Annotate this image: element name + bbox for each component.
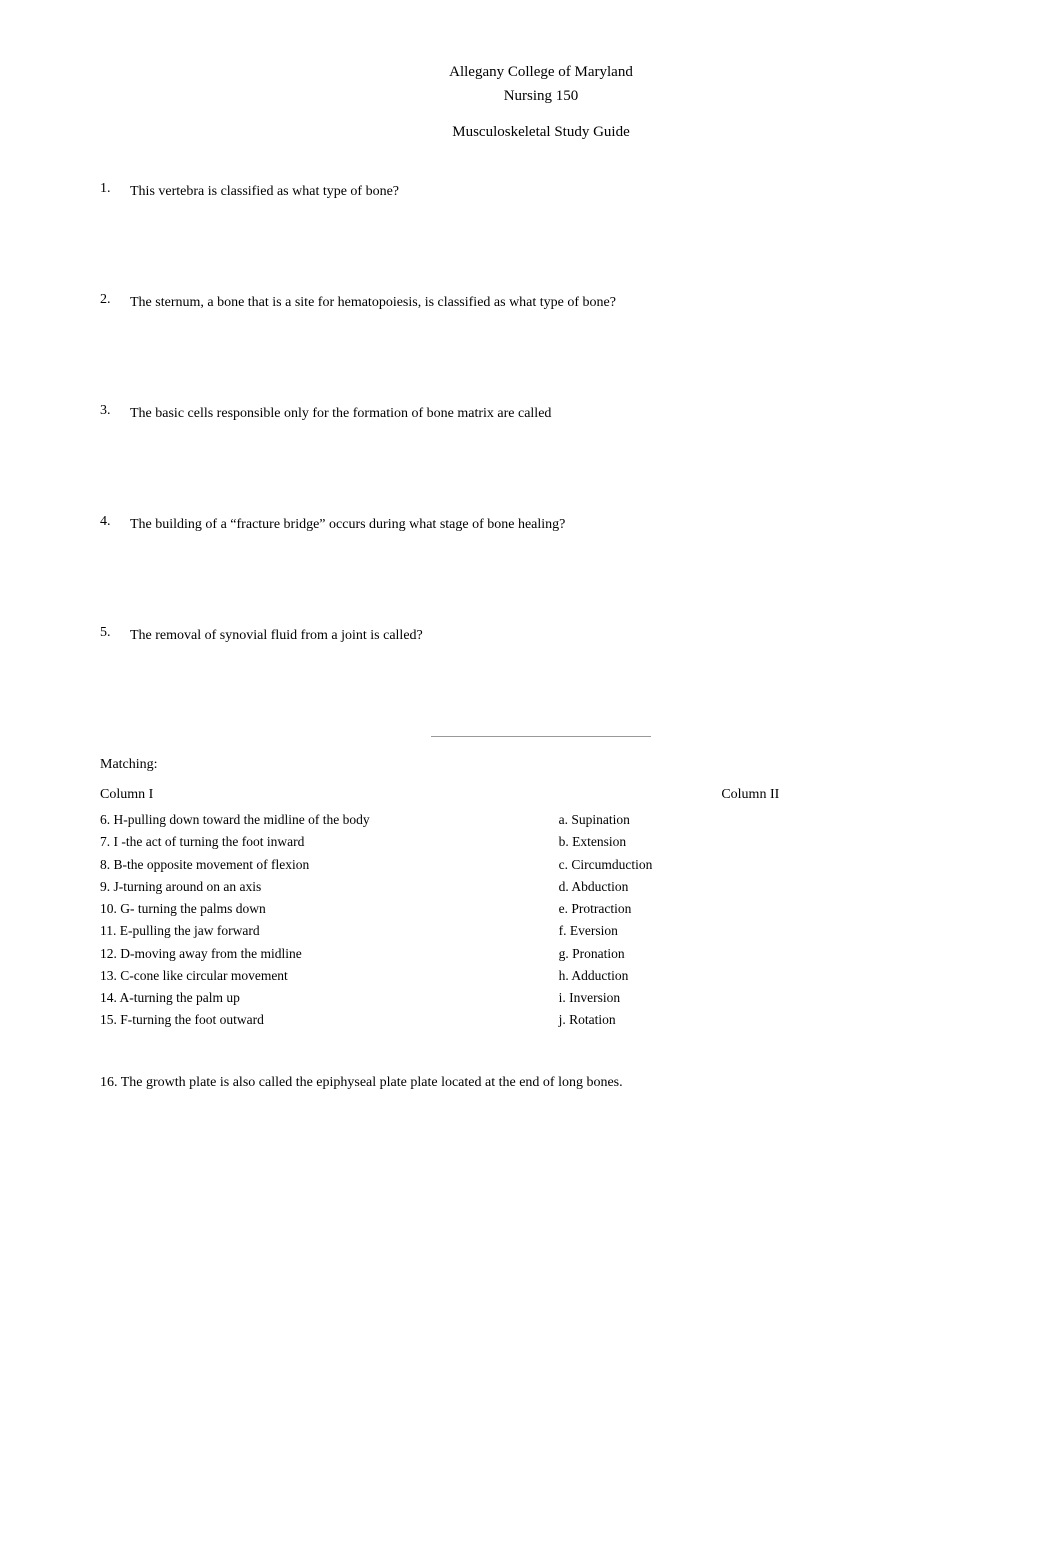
question-1: 1. This vertebra is classified as what t… [100, 181, 982, 202]
match-left-9: 14. A-turning the palm up [100, 987, 559, 1009]
matching-section: Matching: Column I 6. H-pulling down tow… [100, 757, 982, 1032]
section-divider [431, 736, 651, 737]
match-left-1: 6. H-pulling down toward the midline of … [100, 809, 559, 831]
question-4: 4. The building of a “fracture bridge” o… [100, 514, 982, 535]
column-right-header: Column II [559, 787, 982, 803]
match-right-2: b. Extension [559, 831, 982, 853]
matching-columns: Column I 6. H-pulling down toward the mi… [100, 787, 982, 1032]
match-left-8: 13. C-cone like circular movement [100, 965, 559, 987]
question-1-number: 1. [100, 181, 130, 197]
question-16: 16. The growth plate is also called the … [100, 1072, 982, 1093]
match-right-6: f. Eversion [559, 920, 982, 942]
column-left-header: Column I [100, 787, 559, 803]
match-right-1: a. Supination [559, 809, 982, 831]
match-left-5: 10. G- turning the palms down [100, 898, 559, 920]
question-2-number: 2. [100, 292, 130, 308]
match-left-4: 9. J-turning around on an axis [100, 876, 559, 898]
question-3-number: 3. [100, 403, 130, 419]
match-right-9: i. Inversion [559, 987, 982, 1009]
column-right: Column II a. Supination b. Extension c. … [559, 787, 982, 1032]
page-header: Allegany College of Maryland Nursing 150… [100, 60, 982, 141]
match-left-6: 11. E-pulling the jaw forward [100, 920, 559, 942]
question-3: 3. The basic cells responsible only for … [100, 403, 982, 424]
college-name: Allegany College of Maryland [100, 60, 982, 84]
match-left-3: 8. B-the opposite movement of flexion [100, 854, 559, 876]
match-right-3: c. Circumduction [559, 854, 982, 876]
question-5-number: 5. [100, 625, 130, 641]
course-name: Nursing 150 [100, 84, 982, 108]
question-4-number: 4. [100, 514, 130, 530]
match-right-7: g. Pronation [559, 943, 982, 965]
question-3-text: The basic cells responsible only for the… [130, 403, 982, 424]
page: Allegany College of Maryland Nursing 150… [0, 0, 1062, 1561]
question-1-text: This vertebra is classified as what type… [130, 181, 982, 202]
question-4-text: The building of a “fracture bridge” occu… [130, 514, 982, 535]
match-left-2: 7. I -the act of turning the foot inward [100, 831, 559, 853]
column-left: Column I 6. H-pulling down toward the mi… [100, 787, 559, 1032]
question-2-text: The sternum, a bone that is a site for h… [130, 292, 982, 313]
match-right-5: e. Protraction [559, 898, 982, 920]
question-5: 5. The removal of synovial fluid from a … [100, 625, 982, 646]
matching-label: Matching: [100, 757, 982, 773]
match-right-4: d. Abduction [559, 876, 982, 898]
question-2: 2. The sternum, a bone that is a site fo… [100, 292, 982, 313]
questions-section: 1. This vertebra is classified as what t… [100, 181, 982, 646]
match-right-8: h. Adduction [559, 965, 982, 987]
question-5-text: The removal of synovial fluid from a joi… [130, 625, 982, 646]
match-right-10: j. Rotation [559, 1009, 982, 1031]
study-guide-title: Musculoskeletal Study Guide [100, 124, 982, 141]
match-left-10: 15. F-turning the foot outward [100, 1009, 559, 1031]
match-left-7: 12. D-moving away from the midline [100, 943, 559, 965]
